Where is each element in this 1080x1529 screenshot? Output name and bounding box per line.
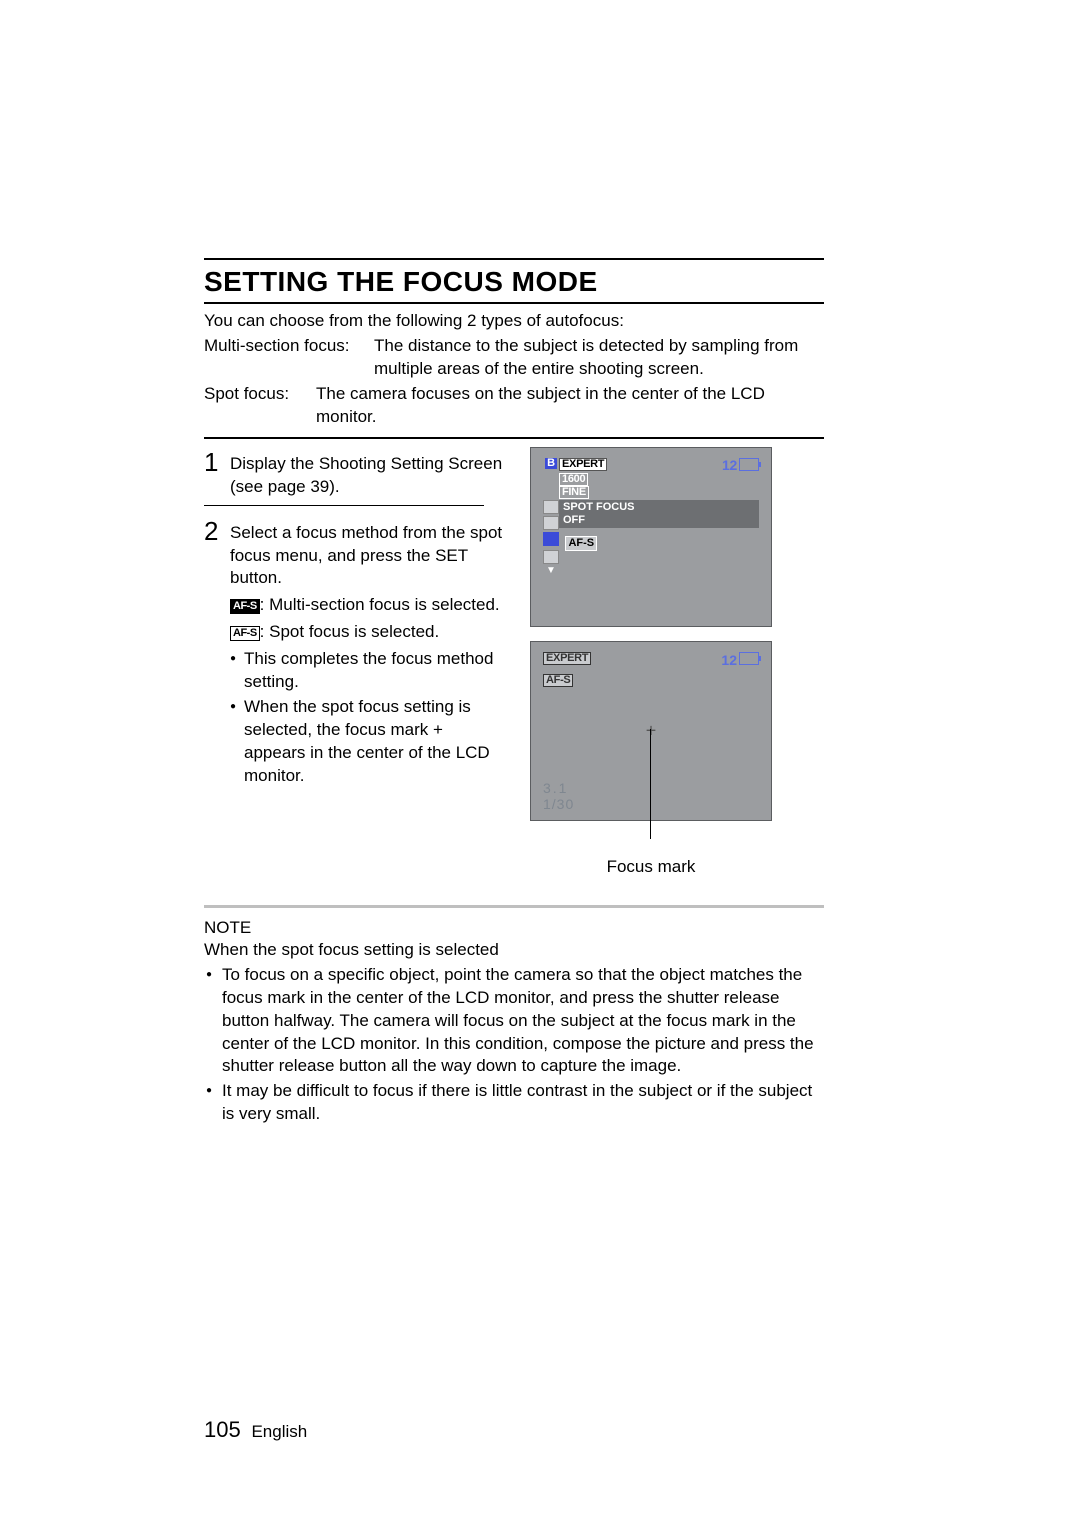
leader-line xyxy=(650,729,651,839)
def-spot: Spot focus: The camera focuses on the su… xyxy=(204,383,824,429)
battery-icon xyxy=(739,652,759,665)
rule-under-title xyxy=(204,302,824,304)
step-separator xyxy=(204,505,484,506)
focus-mark-leader xyxy=(530,821,772,855)
page-number: 105 xyxy=(204,1417,241,1442)
lcd1-menu-value: OFF xyxy=(563,514,585,526)
def-spot-label: Spot focus: xyxy=(204,383,316,429)
step-2: 2 Select a focus method from the spot fo… xyxy=(204,516,504,788)
lcd1-menu-title: SPOT FOCUS xyxy=(563,501,635,513)
page-footer: 105 English xyxy=(204,1417,307,1443)
focus-mark-icon: + xyxy=(646,720,657,741)
lcd1-af-highlight-icon xyxy=(543,532,559,546)
lcd1-b-badge: B xyxy=(545,458,557,469)
lcd1-af-label: AF-S xyxy=(565,536,597,551)
step-1-number: 1 xyxy=(204,447,230,475)
menu-icon xyxy=(543,516,559,530)
step-2-multi-desc: : Multi-section focus is selected. xyxy=(260,595,500,614)
lcd2-expert-badge: EXPERT xyxy=(543,652,591,665)
menu-icon xyxy=(543,500,559,514)
step-2-bullet-1: This completes the focus method setting. xyxy=(230,648,504,694)
step-1-text: Display the Shooting Setting Screen (see… xyxy=(230,447,504,499)
step-2-bullets: This completes the focus method setting.… xyxy=(230,648,504,788)
lcd2-aperture: 3.1 xyxy=(543,780,568,796)
step-2-text: Select a focus method from the spot focu… xyxy=(230,522,504,591)
lcd1-shots-remaining: 12 xyxy=(722,458,737,472)
lcd2-shutter: 1/30 xyxy=(543,796,574,812)
note-heading: NOTE xyxy=(204,918,824,938)
def-spot-body: The camera focuses on the subject in the… xyxy=(316,383,824,429)
page-language: English xyxy=(251,1422,307,1441)
step-1: 1 Display the Shooting Setting Screen (s… xyxy=(204,447,504,499)
lcd1-af-row: AF-S xyxy=(543,532,597,548)
battery-icon xyxy=(739,458,759,471)
intro-block: You can choose from the following 2 type… xyxy=(204,310,824,429)
rule-after-intro xyxy=(204,437,824,439)
intro-line: You can choose from the following 2 type… xyxy=(204,310,824,333)
grid-icon xyxy=(543,550,559,564)
focus-mark-label: Focus mark xyxy=(530,857,772,877)
af-spot-icon: AF-S xyxy=(230,626,260,641)
steps-column: 1 Display the Shooting Setting Screen (s… xyxy=(204,447,504,788)
note-subheading: When the spot focus setting is selected xyxy=(204,940,824,960)
rule-top xyxy=(204,258,824,260)
lcd1-quality: FINE xyxy=(559,486,589,499)
step-2-option-spot: AF-S: Spot focus is selected. xyxy=(230,621,504,644)
lcd2-shots-remaining: 12 xyxy=(721,652,737,668)
step-2-spot-desc: : Spot focus is selected. xyxy=(260,622,440,641)
scroll-down-icon: ▼ xyxy=(546,566,556,576)
af-multi-icon: AF-S xyxy=(230,599,260,614)
step-2-number: 2 xyxy=(204,516,230,544)
lcd1-selected-row: SPOT FOCUS OFF xyxy=(559,500,759,528)
body-row: 1 Display the Shooting Setting Screen (s… xyxy=(204,447,824,877)
lcd-menu-screen: B EXPERT 12 1600 FINE SPOT FOCUS OFF xyxy=(530,447,772,627)
step-2-option-multi: AF-S: Multi-section focus is selected. xyxy=(230,594,504,617)
lcd1-left-icons xyxy=(543,500,559,532)
step-2-body: Select a focus method from the spot focu… xyxy=(230,516,504,788)
lcd2-af-badge: AF-S xyxy=(543,674,573,687)
page-title: SETTING THE FOCUS MODE xyxy=(204,266,824,298)
lcd1-expert-badge: EXPERT xyxy=(559,458,607,471)
note-bullet-1: To focus on a specific object, point the… xyxy=(204,964,824,1079)
def-multi-label: Multi-section focus: xyxy=(204,335,374,381)
def-multi-body: The distance to the subject is detected … xyxy=(374,335,824,381)
lcd1-resolution: 1600 xyxy=(559,473,588,486)
note-bullets: To focus on a specific object, point the… xyxy=(204,964,824,1127)
lcd-live-screen: EXPERT 12 AF-S + 3.1 1/30 xyxy=(530,641,772,821)
note-rule xyxy=(204,905,824,908)
manual-page: SETTING THE FOCUS MODE You can choose fr… xyxy=(0,0,1080,1529)
figures-column: B EXPERT 12 1600 FINE SPOT FOCUS OFF xyxy=(504,447,824,877)
step-2-bullet-2: When the spot focus setting is selected,… xyxy=(230,696,504,788)
spacer xyxy=(530,627,824,641)
def-multi: Multi-section focus: The distance to the… xyxy=(204,335,824,381)
note-bullet-2: It may be difficult to focus if there is… xyxy=(204,1080,824,1126)
